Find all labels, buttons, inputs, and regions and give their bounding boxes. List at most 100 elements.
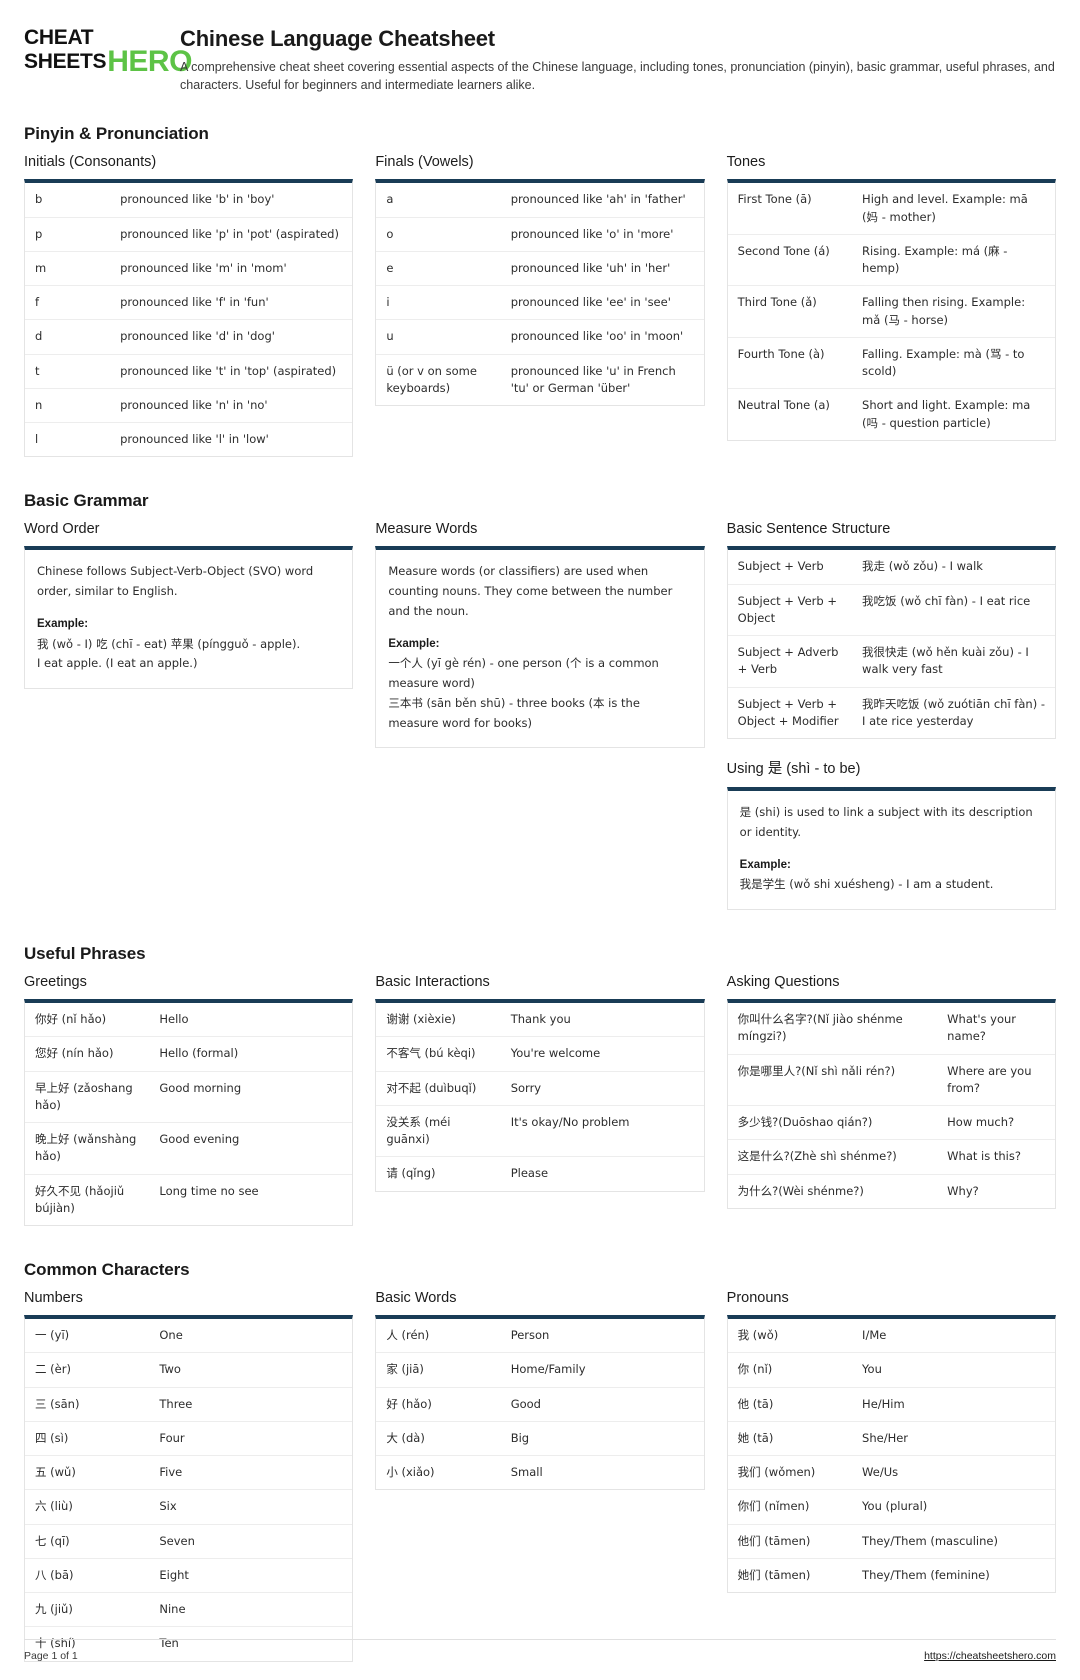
row-value: Two <box>159 1362 181 1377</box>
row-key: 小 (xiǎo) <box>386 1465 435 1480</box>
row-key: 对不起 (duìbuqǐ) <box>386 1080 477 1095</box>
table-row: Fourth Tone (à) Falling. Example: mà (骂 -… <box>727 338 1055 390</box>
card-title-measure-words: Measure Words <box>375 521 478 538</box>
row-value: Falling then rising. Example: mǎ (马 - ho… <box>862 295 1026 327</box>
row-key: Subject + Verb <box>737 559 824 574</box>
card-title-word-order: Word Order <box>24 521 100 538</box>
section-title-pinyin-pronunciation: Pinyin & Pronunciation <box>24 124 209 144</box>
row-key: 你是哪里人?(Nǐ shì nǎli rén?) <box>737 1063 896 1078</box>
table-row: a pronounced like 'ah' in 'father' <box>376 183 704 218</box>
row-key: 人 (rén) <box>386 1328 430 1343</box>
table-row: 你叫什么名字?(Nǐ jiào shénme míngzi?) What's yo… <box>727 1003 1055 1055</box>
page-footer: Page 1 of 1 https://cheatsheetshero.com <box>24 1638 1056 1662</box>
card-tones: First Tone (ā) High and level. Example: m… <box>726 179 1056 441</box>
row-value: Big <box>510 1430 530 1445</box>
table-row: 早上好 (zǎoshang hǎo) Good morning <box>25 1072 353 1124</box>
table-row: 七 (qī) Seven <box>25 1525 353 1559</box>
column-3: Tones First Tone (ā) High and level. Examp… <box>726 154 1056 459</box>
table-row: Subject + Adverb + Verb 我很快走 (wǒ hěn kuài… <box>727 636 1055 688</box>
column-3: Basic Sentence Structure Subject + Verb 我走… <box>726 521 1056 928</box>
row-value: He/Him <box>862 1396 905 1411</box>
prose-spacer <box>37 602 340 615</box>
page-number: Page 1 of 1 <box>24 1649 78 1662</box>
prose-example-label: Example: <box>388 635 691 655</box>
row-key: 六 (liù) <box>35 1499 73 1514</box>
row-value: Rising. Example: má (麻 - hemp) <box>862 243 1008 275</box>
table-row: 小 (xiǎo) Small <box>376 1456 703 1489</box>
card-title-initials-consonants: Initials (Consonants) <box>24 154 157 171</box>
table-row: ü (or v on some keyboards) pronounced lik… <box>376 355 703 406</box>
row-key: t <box>35 363 40 378</box>
table-row: 好久不见 (hǎojiǔ bújiàn) Long time no see <box>25 1175 352 1226</box>
table-row: 他 (tā) He/Him <box>727 1388 1055 1422</box>
row-key: 大 (dà) <box>386 1430 425 1445</box>
row-key: a <box>386 192 394 207</box>
row-key: Subject + Adverb + Verb <box>737 645 839 677</box>
example-label-text: Example: <box>739 858 791 871</box>
table-row: p pronounced like 'p' in 'pot' (aspirated… <box>25 218 353 252</box>
row-key: 她 (tā) <box>737 1430 774 1445</box>
row-key: 好久不见 (hǎojiǔ bújiàn) <box>35 1183 125 1215</box>
table-row: t pronounced like 't' in 'top' (aspirated… <box>25 355 353 389</box>
row-key: 家 (jiā) <box>386 1362 424 1377</box>
column-2: Basic Interactions 谢谢 (xièxie) Thank you 不客… <box>375 974 705 1210</box>
card-title-using-sh-to-be: Using 是 (shì - to be) <box>726 761 861 777</box>
card-title-greetings: Greetings <box>24 974 87 991</box>
row-key: 晚上好 (wǎnshàng hǎo) <box>35 1132 137 1164</box>
row-key: 我们 (wǒmen) <box>737 1465 816 1480</box>
row-value: Person <box>510 1328 550 1343</box>
brand-word-cheat: CHEAT <box>24 26 94 49</box>
row-value: pronounced like 'd' in 'dog' <box>120 329 275 344</box>
table-row: 请 (qǐng) Please <box>376 1157 703 1190</box>
card-title-basic-interactions: Basic Interactions <box>375 974 490 991</box>
row-key: 九 (jiǔ) <box>35 1602 73 1617</box>
row-key: 七 (qī) <box>35 1533 70 1548</box>
card-word-order: Chinese follows Subject-Verb-Object (SVO… <box>24 546 354 690</box>
row-value: You (plural) <box>862 1499 928 1514</box>
column-1: Initials (Consonants) b pronounced like 'b… <box>24 154 354 475</box>
prose-example-line: 一个人 (yī gè rén) - one person (个 is a com… <box>388 656 659 691</box>
row-key: 你好 (nǐ hǎo) <box>35 1012 107 1027</box>
row-value: pronounced like 'l' in 'low' <box>120 432 269 446</box>
row-value: Please <box>510 1166 549 1181</box>
row-key: 他们 (tāmen) <box>737 1533 811 1548</box>
table-row: 你们 (nǐmen) You (plural) <box>727 1490 1055 1525</box>
table-row: 谢谢 (xièxie) Thank you <box>376 1003 704 1038</box>
row-value: pronounced like 'ee' in 'see' <box>510 295 671 309</box>
card-using-sh-to-be: 是 (shi) is used to link a subject with i… <box>726 787 1056 911</box>
row-value: Good evening <box>159 1132 240 1147</box>
prose-block: Measure words (or classifiers) are used … <box>376 550 703 747</box>
row-key: Subject + Verb + Object + Modifier <box>737 696 839 728</box>
row-value: 我走 (wǒ zǒu) - I walk <box>862 559 983 574</box>
row-key: d <box>35 329 43 344</box>
row-key: 早上好 (zǎoshang hǎo) <box>35 1080 133 1112</box>
row-value: Why? <box>947 1183 979 1198</box>
row-key: e <box>386 260 394 275</box>
table-row: l pronounced like 'l' in 'low' <box>25 423 352 456</box>
row-key: 你们 (nǐmen) <box>737 1499 810 1514</box>
table-row: 我们 (wǒmen) We/Us <box>727 1456 1055 1491</box>
table-row: First Tone (ā) High and level. Example: m… <box>727 183 1055 235</box>
row-key: 一 (yī) <box>35 1328 70 1343</box>
prose-block: Chinese follows Subject-Verb-Object (SVO… <box>25 550 352 688</box>
card-greetings: 你好 (nǐ hǎo) Hello 您好 (nín hǎo) Hello (forma… <box>24 999 354 1227</box>
row-key: 你叫什么名字?(Nǐ jiào shénme míngzi?) <box>737 1012 903 1044</box>
row-value: Good <box>510 1396 541 1411</box>
site-url-link[interactable]: https://cheatsheetshero.com <box>924 1650 1056 1662</box>
row-value: Where are you from? <box>947 1063 1032 1095</box>
table-row: n pronounced like 'n' in 'no' <box>25 389 353 423</box>
row-key: 谢谢 (xièxie) <box>386 1012 456 1027</box>
row-value: She/Her <box>862 1430 909 1445</box>
page-description: A comprehensive cheat sheet covering ess… <box>180 60 1055 93</box>
table-row: 这是什么?(Zhè shì shénme?) What is this? <box>727 1140 1055 1175</box>
section-grid-basic-grammar: Word Order Chinese follows Subject-Verb-O… <box>24 521 1056 928</box>
example-label-text: Example: <box>388 637 440 650</box>
row-key: 没关系 (méi guānxi) <box>386 1114 451 1147</box>
row-key: 为什么?(Wèi shénme?) <box>737 1183 864 1198</box>
table-row: 没关系 (méi guānxi) It's okay/No problem <box>376 1106 704 1158</box>
table-row: Subject + Verb + Object + Modifier 我昨天吃饭 … <box>728 688 1055 739</box>
row-key: 二 (èr) <box>35 1362 71 1377</box>
table-row: 她 (tā) She/Her <box>727 1422 1055 1457</box>
row-key: i <box>386 295 390 309</box>
prose-example-line: 我是学生 (wǒ shi xuésheng) - I am a student. <box>739 877 994 892</box>
